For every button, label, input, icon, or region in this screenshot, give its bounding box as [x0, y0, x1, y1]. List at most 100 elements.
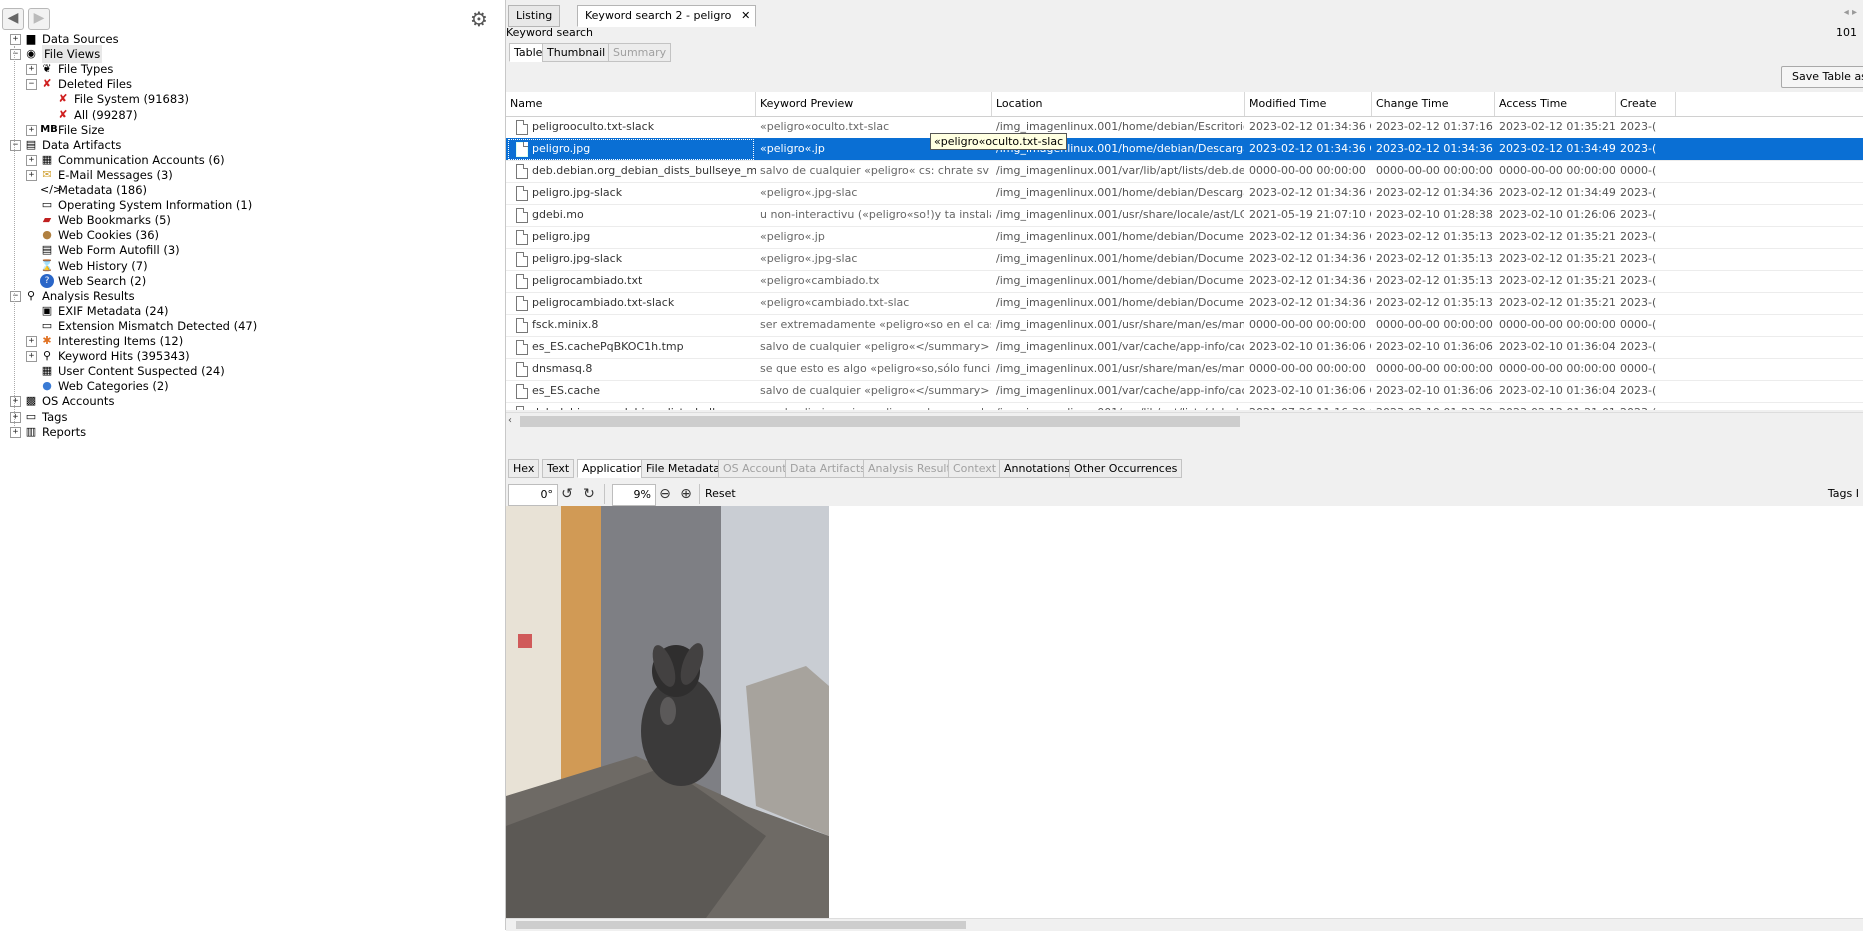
tab-listing[interactable]: Listing: [508, 5, 561, 27]
file-icon: [516, 230, 528, 245]
tab-os-account[interactable]: OS Account: [718, 459, 792, 478]
tab-annotations[interactable]: Annotations: [999, 459, 1076, 478]
table-cell: 2023-02-10 01:36:06 CET: [1249, 340, 1371, 353]
expand-icon[interactable]: +: [26, 64, 37, 76]
tab-scroll-arrows[interactable]: ◂ ▸: [1844, 7, 1857, 18]
file-icon: [516, 186, 528, 201]
table-cell: deb.debian.org_debian_dists_bullseye_mai…: [528, 402, 756, 410]
table-cell: 2023-02-12 01:35:21 CET: [1499, 296, 1615, 309]
expand-icon[interactable]: +: [26, 124, 37, 136]
table-row[interactable]: deb.debian.org_debian_dists_bullseye_mai…: [506, 402, 1863, 410]
table-cell: 2023-(: [1620, 384, 1657, 397]
expand-icon[interactable]: +: [10, 411, 21, 423]
table-row[interactable]: deb.debian.org_debian_dists_bullseye_mai…: [506, 160, 1863, 183]
zoom-in-icon[interactable]: ⊕: [677, 485, 695, 503]
zoom-field[interactable]: 9%: [612, 484, 656, 506]
table-cell: 2023-02-10 01:36:04 CET: [1499, 384, 1615, 397]
scroll-left-icon[interactable]: ‹: [508, 415, 512, 426]
table-cell: 0000-(: [1620, 318, 1657, 331]
table-row[interactable]: peligrocambiado.txt-slack «peligro«cambia…: [506, 292, 1863, 315]
table-cell: 2023-(: [1620, 120, 1657, 133]
table-cell: salvo de cualquier «peligro«</summary> <…: [760, 384, 991, 397]
table-row[interactable]: fsck.minix.8 ser extremadamente «peligro«…: [506, 314, 1863, 337]
table-row[interactable]: peligrooculto.txt-slack «peligro«oculto.t…: [506, 116, 1863, 139]
expand-icon[interactable]: +: [26, 154, 37, 166]
back-arrow-icon[interactable]: ◀: [2, 8, 24, 30]
table-cell: 2023-02-12 01:34:49 CET: [1499, 142, 1615, 155]
save-table-button[interactable]: Save Table as: [1781, 66, 1863, 88]
tab-application[interactable]: Application: [577, 459, 649, 478]
table-cell: 2023-02-12 01:34:36 CET: [1249, 274, 1371, 287]
left-panel: ◀ ▶ ⚙ + ▆ Data Sources − ◉ File Views + ❦ File T…: [0, 0, 506, 930]
table-cell: es_ES.cache: [532, 384, 601, 397]
table-row[interactable]: es_ES.cachePqBKOC1h.tmp salvo de cualquie…: [506, 336, 1863, 359]
column-header[interactable]: Name: [506, 92, 756, 116]
expand-icon[interactable]: +: [10, 396, 21, 408]
column-header[interactable]: Create: [1616, 92, 1676, 116]
tree-node-label: Reports: [42, 424, 87, 439]
expand-icon[interactable]: +: [26, 351, 37, 363]
table-cell: salvo de cualquier «peligro« cs: chrate …: [760, 164, 991, 177]
tab-keyword-search-label: Keyword search 2 - peligro: [585, 9, 732, 22]
table-row[interactable]: gdebi.mo u non-interactivu («peligro«so!)…: [506, 204, 1863, 227]
close-icon[interactable]: ✕: [741, 6, 750, 26]
column-header[interactable]: Change Time: [1372, 92, 1495, 116]
magnifier-icon: ⚲: [26, 288, 36, 302]
forward-arrow-icon[interactable]: ▶: [28, 8, 50, 30]
expand-icon[interactable]: +: [10, 426, 21, 438]
zoom-out-icon[interactable]: ⊖: [656, 485, 674, 503]
table-row[interactable]: peligro.jpg «peligro«.jp/img_imagenlinux.…: [506, 226, 1863, 249]
column-header[interactable]: Location: [992, 92, 1245, 116]
table-cell: /img_imagenlinux.001/home/debian/Documen…: [996, 230, 1244, 243]
tab-keyword-search[interactable]: Keyword search 2 - peligro ✕: [577, 5, 757, 27]
tab-analysis-results[interactable]: Analysis Results: [863, 459, 962, 478]
table-row[interactable]: peligro.jpg-slack «peligro«.jpg-slac/img_…: [506, 182, 1863, 205]
table-cell: 2023-02-12 01:34:36 CET: [1249, 142, 1371, 155]
tags-icon: ▭: [25, 409, 37, 423]
expand-icon[interactable]: +: [10, 34, 21, 45]
tab-data-artifacts[interactable]: Data Artifacts: [785, 459, 871, 478]
tree-node[interactable]: + ▥ Reports: [0, 423, 500, 441]
scrollbar-thumb[interactable]: [520, 416, 1240, 427]
results-table: Name Keyword Preview Location Modified Time…: [506, 92, 1863, 410]
gear-icon[interactable]: ⚙: [468, 8, 490, 30]
table-row[interactable]: peligro.jpg «peligro«.jp/img_imagenlinux.…: [506, 138, 1863, 161]
tab-text[interactable]: Text: [542, 459, 575, 478]
collapse-icon[interactable]: −: [26, 79, 37, 91]
expand-icon[interactable]: +: [26, 169, 37, 181]
viewer-horizontal-scrollbar[interactable]: [506, 918, 1863, 931]
table-horizontal-scrollbar[interactable]: ‹: [506, 412, 1863, 430]
table-cell: 2023-02-10 01:23:30 CET: [1372, 402, 1494, 410]
table-cell: /img_imagenlinux.001/usr/share/locale/as…: [996, 208, 1244, 221]
collapse-icon[interactable]: −: [10, 290, 21, 302]
tab-context[interactable]: Context: [948, 459, 1002, 478]
viewer-scrollbar-thumb[interactable]: [516, 921, 966, 929]
table-cell: /img_imagenlinux.001/var/cache/app-info/…: [996, 384, 1244, 397]
rotate-right-icon[interactable]: ↻: [580, 485, 598, 503]
table-cell: /img_imagenlinux.001/var/lib/apt/lists/d…: [996, 164, 1244, 177]
rotation-field[interactable]: 0°: [508, 484, 558, 506]
tab-thumbnail[interactable]: Thumbnail: [542, 43, 611, 62]
table-cell: /img_imagenlinux.001/var/cache/app-info/…: [996, 340, 1244, 353]
tab-summary[interactable]: Summary: [608, 43, 672, 62]
tab-hex[interactable]: Hex: [508, 459, 540, 478]
collapse-icon[interactable]: −: [10, 139, 21, 151]
table-cell: puede eliminar sin «peligro« alguno.pack…: [756, 402, 991, 410]
column-header[interactable]: Modified Time: [1245, 92, 1372, 116]
tab-other-occurrences[interactable]: Other Occurrences: [1069, 459, 1183, 478]
table-row[interactable]: es_ES.cache salvo de cualquier «peligro«<…: [506, 380, 1863, 403]
collapse-icon[interactable]: −: [10, 49, 21, 61]
rotate-left-icon[interactable]: ↺: [558, 485, 576, 503]
deleted-file-icon: ✘: [58, 107, 68, 121]
table-cell: salvo de cualquier «peligro«</summary> <…: [760, 340, 991, 353]
table-row[interactable]: dnsmasq.8 se que esto es algo «peligro«so…: [506, 358, 1863, 381]
column-header[interactable]: Access Time: [1495, 92, 1616, 116]
reset-button[interactable]: Reset: [705, 487, 736, 500]
column-header[interactable]: Keyword Preview: [756, 92, 992, 116]
table-row[interactable]: peligrocambiado.txt «peligro«cambiado.tx /…: [506, 270, 1863, 293]
table-cell: 0000-00-00 00:00:00: [1376, 362, 1493, 375]
table-cell: 2023-02-12 01:35:21 CET: [1499, 230, 1615, 243]
expand-icon[interactable]: +: [26, 336, 37, 347]
table-row[interactable]: peligro.jpg-slack «peligro«.jpg-slac/img_…: [506, 248, 1863, 271]
tab-file-metadata[interactable]: File Metadata: [641, 459, 725, 478]
